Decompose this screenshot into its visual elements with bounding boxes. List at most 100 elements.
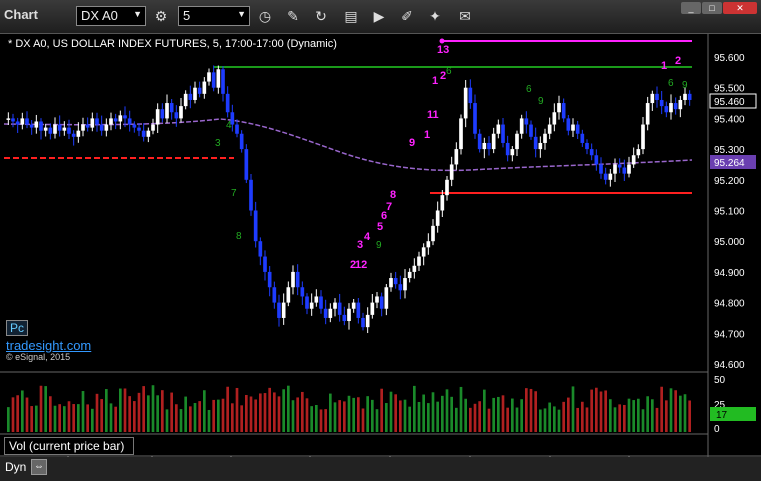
candle-body: [76, 130, 81, 137]
candle-body: [188, 93, 193, 100]
setup-number: 2: [675, 55, 681, 67]
dynamic-label[interactable]: Dyn: [5, 460, 26, 474]
scale-icon[interactable]: ⇔: [31, 459, 47, 475]
volume-bar: [310, 406, 313, 432]
candle-body: [398, 284, 403, 291]
volume-bar: [450, 396, 453, 432]
candle-body: [151, 124, 155, 131]
edit-icon[interactable]: ✐: [396, 6, 418, 26]
price-chart[interactable]: 95.600 95.500 95.400 95.300 95.200 95.100 95.0…: [0, 34, 761, 457]
candle-body: [249, 179, 253, 211]
play-icon[interactable]: ▶: [368, 6, 390, 26]
candle-body: [664, 106, 669, 113]
candle-body: [277, 302, 281, 318]
volume-bar: [333, 402, 337, 432]
candle-body: [235, 124, 239, 134]
interval-input[interactable]: 5 ▼: [178, 6, 250, 26]
chevron-down-icon[interactable]: ▼: [133, 9, 142, 19]
candle-body: [39, 121, 43, 131]
volume-bar: [11, 397, 15, 432]
bottom-bar: Dyn ⇔: [0, 457, 761, 481]
volume-bar: [371, 399, 374, 432]
candle-body: [529, 124, 533, 137]
candle-body: [659, 99, 664, 107]
candle-body: [99, 124, 104, 131]
volume-bar: [44, 386, 47, 432]
volume-bar: [161, 390, 164, 432]
tradesight-link[interactable]: tradesight.com: [6, 338, 91, 353]
setup-number-green: 3: [215, 138, 221, 149]
candle-body: [137, 127, 141, 131]
volume-bar: [399, 400, 402, 432]
candle-body: [43, 127, 48, 131]
candle-body: [599, 164, 603, 174]
setup-number: 1: [661, 60, 667, 72]
volume-bar: [175, 404, 178, 432]
candle-body: [81, 124, 85, 131]
candle-body: [244, 149, 249, 180]
volume-bar: [469, 407, 472, 432]
pencil-icon[interactable]: ✎: [282, 6, 304, 26]
candle-body: [566, 118, 571, 131]
candle-body: [543, 133, 547, 143]
maximize-button[interactable]: □: [702, 2, 722, 14]
candle-body: [183, 93, 188, 107]
chart-toolbar: Chart DX A0 ▼ ⚙ 5 ▼ ◷ ✎ ↻ ▤ ▶ ✐ ✦ ✉ _ □ ✕: [0, 0, 761, 34]
volume-bar: [105, 389, 108, 432]
candle-body: [487, 142, 491, 150]
marker-dot: [439, 38, 445, 44]
candle-body: [655, 93, 659, 100]
close-button[interactable]: ✕: [723, 2, 757, 14]
volume-bar: [585, 407, 589, 432]
candle-body: [351, 302, 356, 309]
symbol-input[interactable]: DX A0 ▼: [76, 6, 146, 26]
volume-bar: [441, 395, 444, 432]
cycle-icon[interactable]: ↻: [310, 6, 332, 26]
setup-number: 5: [377, 221, 383, 233]
candle-body: [48, 127, 53, 134]
volume-bar: [86, 404, 89, 432]
volume-bar: [445, 389, 449, 432]
clock-icon[interactable]: ◷: [254, 6, 276, 26]
volume-bar: [627, 398, 631, 432]
candle-body: [211, 72, 216, 88]
volume-bar: [655, 407, 659, 432]
candle-body: [561, 103, 566, 119]
volume-bar: [277, 396, 281, 432]
volume-bar: [576, 407, 579, 432]
volume-bar: [599, 391, 603, 432]
candle-body: [263, 256, 267, 272]
price-tick-label: 94.900: [714, 268, 745, 279]
candle-body: [34, 121, 39, 128]
minimize-button[interactable]: _: [681, 2, 701, 14]
candle-body: [501, 124, 505, 143]
volume-bar: [515, 407, 519, 432]
draw-tool-icon[interactable]: ✦: [424, 6, 446, 26]
candle-body: [141, 130, 146, 137]
volume-panel-label[interactable]: Vol (current price bar): [4, 437, 134, 455]
volume-bar: [240, 405, 243, 432]
chevron-down-icon[interactable]: ▼: [237, 9, 246, 19]
setup-number: 13: [437, 44, 449, 56]
studies-icon[interactable]: ▤: [340, 6, 362, 26]
volume-bar: [49, 396, 52, 432]
volume-bar: [632, 400, 635, 432]
candle-body: [67, 127, 71, 134]
candle-body: [57, 124, 62, 131]
volume-bar: [254, 399, 257, 432]
pc-label[interactable]: Pc: [6, 320, 29, 336]
price-tick-label: 95.500: [714, 84, 745, 95]
volume-bar: [501, 395, 505, 432]
candle-body: [580, 133, 585, 143]
volume-bar: [660, 386, 663, 432]
volume-bar: [637, 398, 640, 432]
candle-body: [538, 142, 543, 150]
volume-bar: [553, 406, 556, 432]
settings-gear-icon[interactable]: ⚙: [150, 6, 172, 26]
volume-bar: [287, 385, 290, 432]
candle-body: [645, 103, 650, 125]
note-icon[interactable]: ✉: [454, 6, 476, 26]
volume-bar: [557, 409, 561, 432]
volume-bar: [422, 394, 425, 432]
setup-number: 7: [386, 201, 392, 213]
